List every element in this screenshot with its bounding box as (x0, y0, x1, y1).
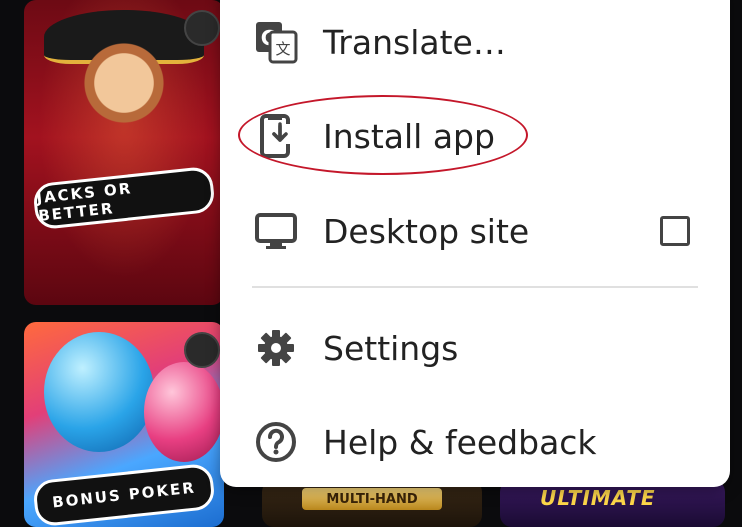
overflow-menu: G 文 Translate… Install app (220, 0, 730, 487)
desktop-icon (252, 207, 300, 255)
help-icon (252, 418, 300, 466)
game-badge-icon (184, 10, 220, 46)
game-tile-multi-hand[interactable]: MULTI-HAND (262, 480, 482, 527)
menu-item-settings[interactable]: Settings (220, 305, 730, 391)
menu-item-translate[interactable]: G 文 Translate… (220, 0, 730, 85)
balloon-graphic (44, 332, 154, 452)
game-title: MULTI-HAND (302, 488, 442, 510)
game-tile-bonus-poker[interactable]: BONUS POKER (24, 322, 224, 527)
menu-item-install-app[interactable]: Install app (220, 93, 730, 179)
menu-item-label: Help & feedback (323, 422, 597, 462)
game-badge-icon (184, 332, 220, 368)
game-title: JACKS OR BETTER (32, 165, 216, 231)
menu-item-help-feedback[interactable]: Help & feedback (220, 399, 730, 485)
menu-item-label: Install app (323, 116, 495, 156)
game-title: BONUS POKER (32, 462, 216, 527)
game-tile-ultimate[interactable]: ULTIMATE (500, 480, 725, 527)
game-title: ULTIMATE (540, 486, 656, 510)
install-app-icon (252, 112, 300, 160)
desktop-site-checkbox[interactable] (660, 216, 690, 246)
game-tile-jacks-or-better[interactable]: JACKS OR BETTER (24, 0, 224, 305)
menu-item-label: Desktop site (323, 211, 530, 251)
menu-divider (252, 286, 698, 288)
menu-item-label: Settings (323, 328, 459, 368)
menu-item-desktop-site[interactable]: Desktop site (220, 188, 730, 274)
menu-item-label: Translate… (323, 22, 506, 62)
balloon-graphic (144, 362, 224, 462)
gear-icon (252, 324, 300, 372)
translate-icon: G 文 (252, 18, 300, 66)
svg-text:文: 文 (275, 40, 290, 58)
character-graphic (64, 20, 184, 160)
